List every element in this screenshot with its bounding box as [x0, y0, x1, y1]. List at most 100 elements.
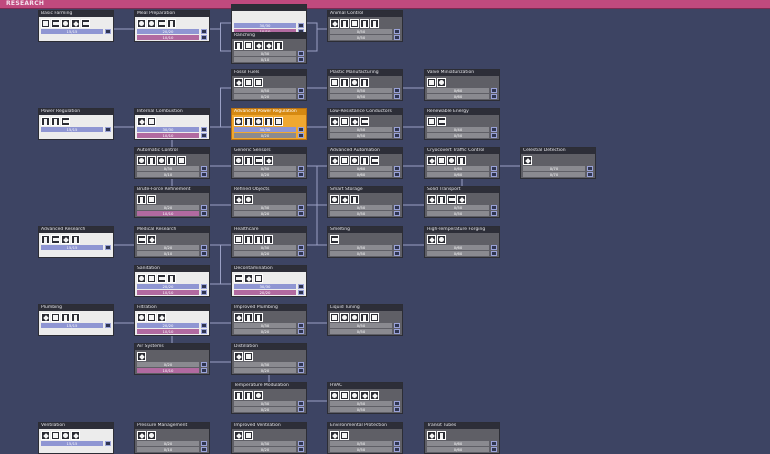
- tech-card[interactable]: Improved Ventilation 0/30 0/20: [231, 422, 307, 454]
- sensor-icon[interactable]: [254, 156, 263, 165]
- station-icon[interactable]: [51, 235, 60, 244]
- tech-card[interactable]: Animal Control 0/50 0/50: [327, 10, 403, 42]
- door-icon[interactable]: [234, 195, 243, 204]
- press-icon[interactable]: [244, 195, 253, 204]
- pipe-icon[interactable]: [234, 313, 243, 322]
- cooker-icon[interactable]: [71, 19, 80, 28]
- tech-card[interactable]: Generic Sensors 0/30 0/20: [231, 147, 307, 179]
- refinery-icon[interactable]: [330, 235, 339, 244]
- gate-icon[interactable]: [340, 156, 349, 165]
- fridge-icon[interactable]: [157, 19, 166, 28]
- tech-card[interactable]: Cryocovert Traffic Control 0/60 0/60: [424, 147, 500, 179]
- tech-card[interactable]: Advanced Power Regulation 30/30 0/20: [231, 108, 307, 140]
- rail-icon[interactable]: [457, 156, 466, 165]
- loader-icon[interactable]: [340, 78, 349, 87]
- tempshift-icon[interactable]: [254, 391, 263, 400]
- locker-icon[interactable]: [330, 195, 339, 204]
- access-icon[interactable]: [437, 431, 446, 440]
- kiln-icon[interactable]: [147, 195, 156, 204]
- battery-icon[interactable]: [350, 117, 359, 126]
- tech-card[interactable]: Transit Tubes 0/60 0/60: [424, 422, 500, 454]
- tech-card[interactable]: Healthcare 0/30 0/20: [231, 226, 307, 258]
- pipe-icon[interactable]: [41, 313, 50, 322]
- vent-icon[interactable]: [340, 391, 349, 400]
- loader-icon[interactable]: [437, 195, 446, 204]
- coolant-icon[interactable]: [234, 391, 243, 400]
- plant-icon[interactable]: [41, 19, 50, 28]
- transformer-icon[interactable]: [51, 117, 60, 126]
- valve-icon[interactable]: [147, 431, 156, 440]
- tech-card[interactable]: Plumbing 15/15: [38, 304, 114, 336]
- cross-icon[interactable]: [254, 235, 263, 244]
- pump-icon[interactable]: [350, 391, 359, 400]
- press-icon[interactable]: [330, 78, 339, 87]
- gate-icon[interactable]: [350, 156, 359, 165]
- tech-card[interactable]: HVAC 0/50 0/50: [327, 382, 403, 414]
- tech-card[interactable]: Solid Transport 0/50 0/50: [424, 186, 500, 218]
- bridge-icon[interactable]: [274, 117, 283, 126]
- research-tree[interactable]: Basic Farming 15/15 Meal Preparation 20/20 1…: [0, 4, 770, 454]
- vent-icon[interactable]: [71, 313, 80, 322]
- valve-icon[interactable]: [330, 313, 339, 322]
- pipe-icon[interactable]: [61, 431, 70, 440]
- pump-icon[interactable]: [137, 431, 146, 440]
- gate-icon[interactable]: [157, 156, 166, 165]
- trap-icon[interactable]: [330, 19, 339, 28]
- gate-icon[interactable]: [330, 156, 339, 165]
- suit-icon[interactable]: [330, 431, 339, 440]
- tech-card[interactable]: Basic Farming 15/15: [38, 10, 114, 42]
- valve-icon[interactable]: [437, 78, 446, 87]
- tech-card[interactable]: Renewable Energy 0/40 0/50: [424, 108, 500, 140]
- tech-card[interactable]: Filtration 20/20 10/10: [134, 304, 210, 336]
- sensor-icon[interactable]: [147, 156, 156, 165]
- sensor-icon[interactable]: [244, 156, 253, 165]
- tech-card[interactable]: Plastic Manufacturing 0/50 0/50: [327, 69, 403, 101]
- tech-card[interactable]: Environmental Protection 0/50 0/50: [327, 422, 403, 454]
- pipe-icon[interactable]: [147, 313, 156, 322]
- transformer-icon[interactable]: [234, 117, 243, 126]
- cooker-icon[interactable]: [137, 19, 146, 28]
- tech-card[interactable]: Ranching 0/30 0/10: [231, 32, 307, 64]
- tech-card[interactable]: Improved Plumbing 0/30 0/20: [231, 304, 307, 336]
- tube-icon[interactable]: [427, 431, 436, 440]
- sensor-icon[interactable]: [264, 156, 273, 165]
- fishtrap-icon[interactable]: [350, 19, 359, 28]
- tech-card[interactable]: Advanced Research 15/15: [38, 226, 114, 258]
- heater-icon[interactable]: [244, 391, 253, 400]
- tech-card[interactable]: Smart Storage 0/50 0/50: [327, 186, 403, 218]
- rail-icon[interactable]: [427, 156, 436, 165]
- tech-card[interactable]: Advanced Automation 0/60 0/60: [327, 147, 403, 179]
- wire-icon[interactable]: [254, 117, 263, 126]
- conductor-icon[interactable]: [330, 117, 339, 126]
- apothecary-icon[interactable]: [234, 235, 243, 244]
- tech-card[interactable]: Brute-Force Refinement 0/20 10/10: [134, 186, 210, 218]
- meter-icon[interactable]: [340, 313, 349, 322]
- tech-card[interactable]: Power Regulation 15/15: [38, 108, 114, 140]
- pump-icon[interactable]: [51, 313, 60, 322]
- tech-card[interactable]: Liquid Tuning 0/50 0/50: [327, 304, 403, 336]
- tech-card[interactable]: Medical Research 0/20 0/10: [134, 226, 210, 258]
- distiller-icon[interactable]: [234, 352, 243, 361]
- feeder-icon[interactable]: [340, 19, 349, 28]
- station-icon[interactable]: [234, 41, 243, 50]
- rail-icon[interactable]: [437, 156, 446, 165]
- pump-icon[interactable]: [264, 235, 273, 244]
- tech-card[interactable]: Internal Combustion 30/30 10/10: [134, 108, 210, 140]
- sensor-icon[interactable]: [137, 156, 146, 165]
- tech-card[interactable]: Distillation 0/30 0/20: [231, 343, 307, 375]
- vent-icon[interactable]: [137, 352, 146, 361]
- tech-card[interactable]: Ventilation 15/15: [38, 422, 114, 454]
- drop-icon[interactable]: [244, 41, 253, 50]
- tech-card[interactable]: Meal Preparation 20/20 10/10: [134, 10, 210, 42]
- sensor-icon[interactable]: [234, 156, 243, 165]
- tech-card[interactable]: Low-Resistance Conductors 0/50 0/50: [327, 108, 403, 140]
- tech-card[interactable]: Sanitation 20/20 10/10: [134, 265, 210, 297]
- sensor-icon[interactable]: [360, 391, 369, 400]
- scrubber-icon[interactable]: [234, 274, 243, 283]
- shower-icon[interactable]: [157, 274, 166, 283]
- grill-icon[interactable]: [147, 19, 156, 28]
- shelf-icon[interactable]: [350, 195, 359, 204]
- valve-icon[interactable]: [427, 78, 436, 87]
- pump-icon[interactable]: [350, 78, 359, 87]
- bin-icon[interactable]: [340, 195, 349, 204]
